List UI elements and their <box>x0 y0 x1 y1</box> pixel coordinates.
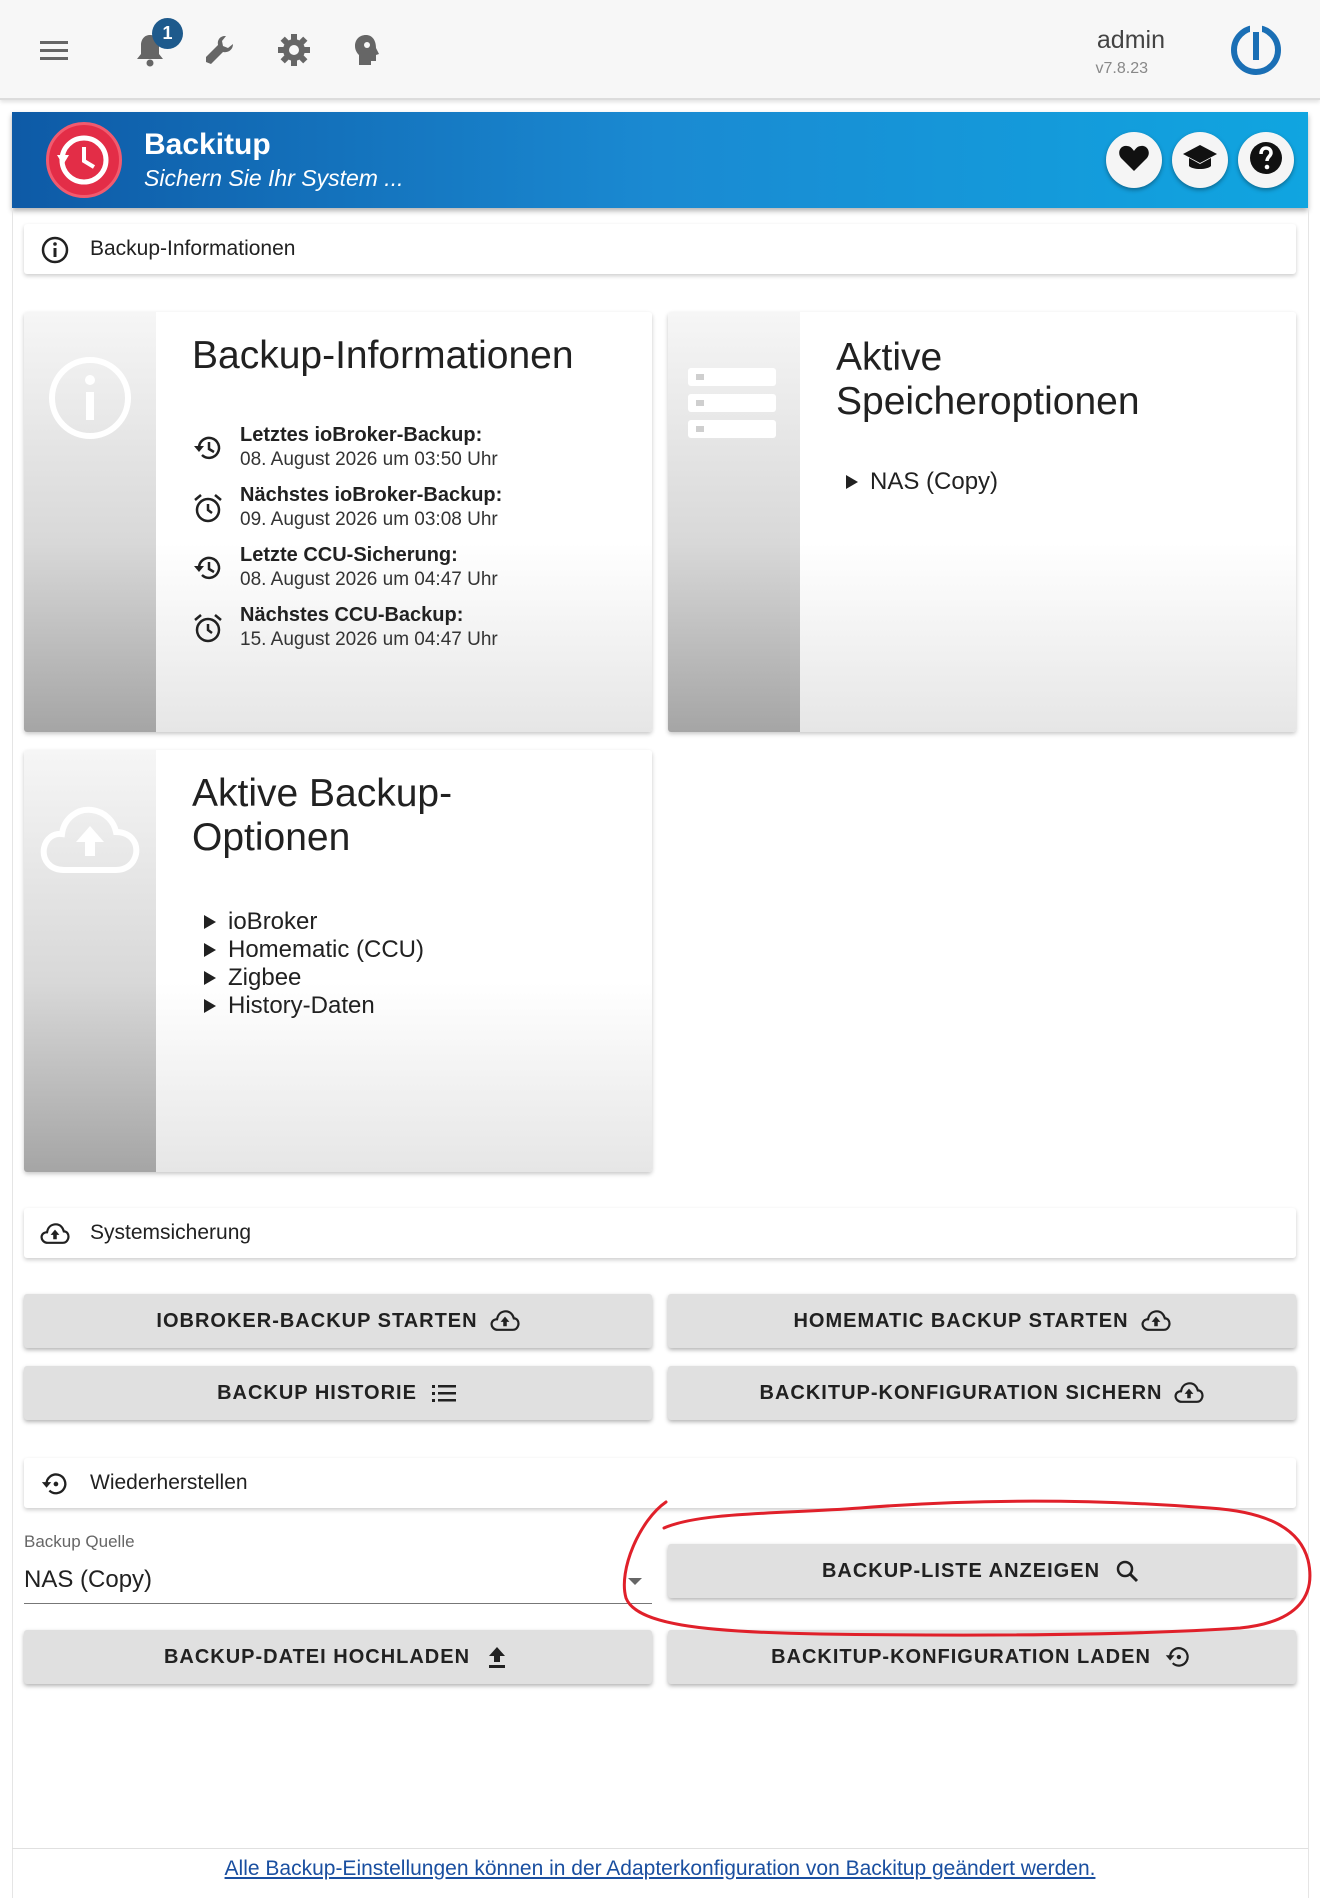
backup-options-list: ioBroker Homematic (CCU) Zigbee History-… <box>204 908 424 1020</box>
info-label: Letzte CCU-Sicherung: <box>240 544 458 566</box>
backitup-logo <box>46 122 122 198</box>
help-button[interactable] <box>1238 132 1294 188</box>
backup-source-label: Backup Quelle <box>24 1532 135 1551</box>
card-side-panel <box>24 750 156 1172</box>
adapter-header: Backitup Sichern Sie Ihr System ... <box>12 112 1308 208</box>
cloud-upload-icon <box>40 1219 70 1249</box>
adapter-title: Backitup <box>144 128 271 161</box>
card-title-line: Aktive Backup- <box>192 772 453 815</box>
button-label: BACKITUP-KONFIGURATION SICHERN <box>759 1381 1163 1404</box>
button-label: BACKUP HISTORIE <box>217 1381 417 1404</box>
info-row-next-ccu: Nächstes CCU-Backup: 15. August 2026 um … <box>192 604 652 654</box>
cloud-upload-icon <box>38 798 142 878</box>
top-app-bar: 1 admin v7.8.23 <box>0 0 1320 100</box>
history-icon <box>192 432 224 464</box>
info-label: Nächstes ioBroker-Backup: <box>240 484 503 506</box>
card-side-panel <box>24 312 156 732</box>
restore-icon <box>1163 1642 1193 1672</box>
wrench-icon[interactable] <box>198 28 242 72</box>
button-label: IOBROKER-BACKUP STARTEN <box>156 1309 478 1332</box>
section-restore: Wiederherstellen <box>24 1458 1296 1508</box>
search-icon <box>1112 1556 1142 1586</box>
card-title: Aktive Backup- Optionen <box>192 772 452 860</box>
show-backup-list-button[interactable]: BACKUP-LISTE ANZEIGEN <box>668 1544 1296 1598</box>
donate-button[interactable] <box>1106 132 1162 188</box>
adapter-config-link[interactable]: Alle Backup-Einstellungen können in der … <box>225 1857 1096 1881</box>
frame-border-right <box>1308 208 1309 1898</box>
adapter-subtitle: Sichern Sie Ihr System ... <box>144 165 404 191</box>
section-title: Systemsicherung <box>90 1221 252 1244</box>
frame-border-left <box>12 208 13 1898</box>
list-item: History-Daten <box>204 992 424 1020</box>
start-homematic-backup-button[interactable]: HOMEMATIC BACKUP STARTEN <box>668 1294 1296 1348</box>
button-label: HOMEMATIC BACKUP STARTEN <box>793 1309 1129 1332</box>
section-title: Backup-Informationen <box>90 237 296 260</box>
help-icon <box>1248 140 1284 181</box>
card-backup-info: Backup-Informationen Letztes ioBroker-Ba… <box>24 312 652 732</box>
card-title: Backup-Informationen <box>192 334 574 377</box>
info-label: Nächstes CCU-Backup: <box>240 604 464 626</box>
graduation-cap-icon <box>1181 142 1219 179</box>
list-item: ioBroker <box>204 908 424 936</box>
info-value: 15. August 2026 um 04:47 Uhr <box>240 629 498 650</box>
cloud-upload-icon <box>1174 1378 1205 1408</box>
section-title: Wiederherstellen <box>90 1471 248 1494</box>
heart-icon <box>1118 143 1150 178</box>
button-label: BACKUP-LISTE ANZEIGEN <box>821 1559 1101 1582</box>
info-icon <box>40 235 70 265</box>
cloud-upload-icon <box>490 1306 520 1336</box>
restore-icon <box>40 1469 70 1499</box>
gear-icon[interactable] <box>272 28 316 72</box>
section-system-backup: Systemsicherung <box>24 1208 1296 1258</box>
upload-backup-file-button[interactable]: BACKUP-DATEI HOCHLADEN <box>24 1630 652 1684</box>
card-side-panel <box>668 312 800 732</box>
list-item: Homematic (CCU) <box>204 936 424 964</box>
card-title-line: Optionen <box>192 816 351 859</box>
card-title: Aktive Speicheroptionen <box>836 336 1140 424</box>
info-row-last-iobroker: Letztes ioBroker-Backup: 08. August 2026… <box>192 424 652 474</box>
cloud-upload-icon <box>1141 1306 1171 1336</box>
list-icon <box>429 1378 459 1408</box>
notification-badge: 1 <box>152 18 183 49</box>
menu-icon[interactable] <box>32 28 76 72</box>
iobroker-logo[interactable] <box>1228 22 1284 78</box>
version-label: v7.8.23 <box>1095 60 1148 77</box>
start-iobroker-backup-button[interactable]: IOBROKER-BACKUP STARTEN <box>24 1294 652 1348</box>
list-item: NAS (Copy) <box>846 468 998 496</box>
server-stack-icon <box>686 356 778 448</box>
head-icon[interactable] <box>344 28 388 72</box>
alarm-clock-icon <box>192 612 224 644</box>
storage-list: NAS (Copy) <box>846 468 998 496</box>
list-item: Zigbee <box>204 964 424 992</box>
card-title-line: Speicheroptionen <box>836 380 1140 423</box>
backup-source-value: NAS (Copy) <box>24 1566 153 1593</box>
footer: Alle Backup-Einstellungen können in der … <box>12 1848 1308 1888</box>
button-label: BACKITUP-KONFIGURATION LADEN <box>771 1645 1151 1668</box>
upload-icon <box>482 1642 512 1672</box>
button-label: BACKUP-DATEI HOCHLADEN <box>163 1645 471 1668</box>
card-title-line: Aktive <box>836 336 943 379</box>
card-backup-options: Aktive Backup- Optionen ioBroker Homemat… <box>24 750 652 1172</box>
info-value: 08. August 2026 um 04:47 Uhr <box>240 569 498 590</box>
backup-history-button[interactable]: BACKUP HISTORIE <box>24 1366 652 1420</box>
tutorial-button[interactable] <box>1172 132 1228 188</box>
info-row-last-ccu: Letzte CCU-Sicherung: 08. August 2026 um… <box>192 544 652 594</box>
load-config-button[interactable]: BACKITUP-KONFIGURATION LADEN <box>668 1630 1296 1684</box>
user-name: admin <box>1096 26 1165 54</box>
alarm-clock-icon <box>192 492 224 524</box>
history-icon <box>192 552 224 584</box>
save-config-button[interactable]: BACKITUP-KONFIGURATION SICHERN <box>668 1366 1296 1420</box>
info-row-next-iobroker: Nächstes ioBroker-Backup: 09. August 202… <box>192 484 652 534</box>
section-backup-info: Backup-Informationen <box>24 224 1296 274</box>
backup-source-select[interactable]: NAS (Copy) <box>24 1558 652 1604</box>
info-value: 08. August 2026 um 03:50 Uhr <box>240 449 498 470</box>
info-value: 09. August 2026 um 03:08 Uhr <box>240 509 498 530</box>
chevron-down-icon <box>628 1578 642 1585</box>
info-icon <box>44 352 136 444</box>
info-label: Letztes ioBroker-Backup: <box>240 424 483 446</box>
card-storage-options: Aktive Speicheroptionen NAS (Copy) <box>668 312 1296 732</box>
